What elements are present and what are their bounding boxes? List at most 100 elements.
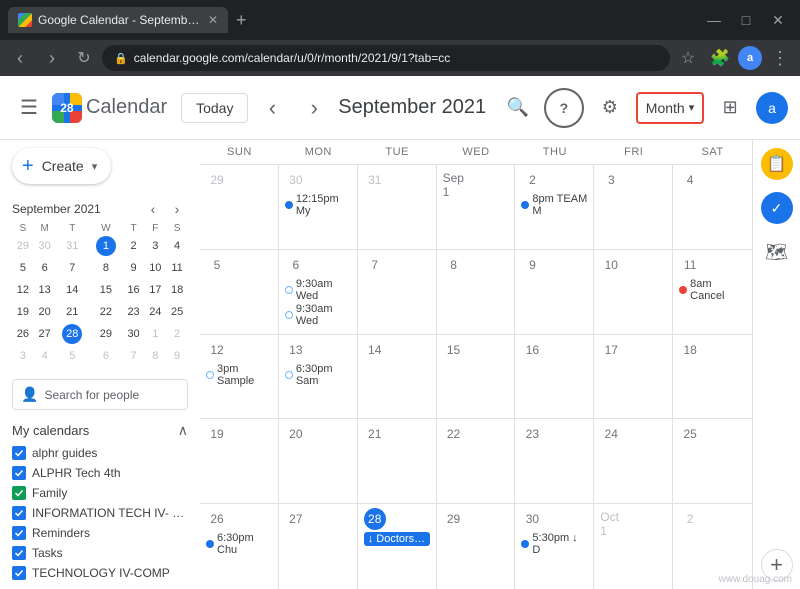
- cal-cell[interactable]: 19: [200, 419, 279, 503]
- cal-cell[interactable]: 17: [594, 335, 673, 419]
- calendar-item[interactable]: Tasks: [12, 543, 188, 563]
- cal-cell[interactable]: 2 8pm TEAM M: [515, 165, 594, 249]
- mini-cal-day[interactable]: 1: [144, 323, 166, 345]
- mini-cal-day[interactable]: 10: [144, 257, 166, 279]
- mini-cal-day[interactable]: 13: [34, 279, 56, 301]
- create-button[interactable]: + Create ▾: [12, 148, 111, 184]
- mini-cal-day[interactable]: 20: [34, 301, 56, 323]
- cal-cell[interactable]: 5: [200, 250, 279, 334]
- mini-cal-next[interactable]: ›: [166, 198, 188, 220]
- mini-cal-day[interactable]: 26: [12, 323, 34, 345]
- cal-cell[interactable]: 9: [515, 250, 594, 334]
- event-row[interactable]: 8am Cancel: [679, 278, 746, 302]
- cal-cell[interactable]: 22: [437, 419, 516, 503]
- cal-cell[interactable]: 12 3pm Sample: [200, 335, 279, 419]
- hamburger-menu-button[interactable]: ☰: [12, 87, 46, 128]
- mini-cal-day[interactable]: 9: [123, 257, 145, 279]
- mini-cal-day[interactable]: 16: [123, 279, 145, 301]
- menu-dots-icon[interactable]: ⋮: [766, 44, 794, 72]
- mini-cal-day[interactable]: 18: [166, 279, 188, 301]
- forward-button[interactable]: ›: [38, 44, 66, 72]
- back-button[interactable]: ‹: [6, 44, 34, 72]
- google-apps-button[interactable]: ⊞: [710, 88, 750, 128]
- mini-cal-day[interactable]: 21: [56, 301, 90, 323]
- next-month-button[interactable]: ›: [296, 90, 332, 126]
- event-row[interactable]: 12:15pm My: [285, 193, 351, 217]
- mini-cal-day[interactable]: 8: [144, 345, 166, 367]
- cal-cell[interactable]: 30 12:15pm My: [279, 165, 358, 249]
- mini-cal-day[interactable]: 31: [56, 235, 90, 257]
- search-people-input[interactable]: 👤 Search for people: [12, 379, 188, 410]
- calendar-item[interactable]: alphr guides: [12, 443, 188, 463]
- prev-month-button[interactable]: ‹: [254, 90, 290, 126]
- cal-cell[interactable]: 16: [515, 335, 594, 419]
- event-row[interactable]: 6:30pm Sam: [285, 363, 351, 387]
- browser-tab[interactable]: Google Calendar - September 20... ✕: [8, 7, 228, 33]
- cal-cell[interactable]: 29: [437, 504, 516, 589]
- calendar-item[interactable]: Reminders: [12, 523, 188, 543]
- window-minimize[interactable]: —: [700, 6, 728, 34]
- window-close[interactable]: ✕: [764, 6, 792, 34]
- cal-cell[interactable]: 4: [673, 165, 752, 249]
- bookmark-icon[interactable]: ☆: [674, 44, 702, 72]
- cal-cell[interactable]: 10: [594, 250, 673, 334]
- mini-cal-day[interactable]: 2: [123, 235, 145, 257]
- event-row[interactable]: 3pm Sample: [206, 363, 272, 387]
- mini-cal-day-selected[interactable]: 28: [56, 323, 90, 345]
- cal-cell[interactable]: 20: [279, 419, 358, 503]
- cal-cell[interactable]: 30 5:30pm ↓ D: [515, 504, 594, 589]
- extension-puzzle-icon[interactable]: 🧩: [706, 44, 734, 72]
- cal-cell[interactable]: 29: [200, 165, 279, 249]
- search-button[interactable]: 🔍: [498, 88, 538, 128]
- mini-cal-day[interactable]: 5: [56, 345, 90, 367]
- mini-cal-day-today[interactable]: 1: [89, 235, 123, 257]
- refresh-button[interactable]: ↻: [70, 44, 98, 72]
- event-chip[interactable]: ↓ Doctors App: [364, 532, 430, 546]
- mini-cal-day[interactable]: 15: [89, 279, 123, 301]
- mini-cal-day[interactable]: 12: [12, 279, 34, 301]
- cal-cell[interactable]: 25: [673, 419, 752, 503]
- event-row[interactable]: 9:30am Wed: [285, 278, 351, 302]
- cal-cell-today[interactable]: 28 ↓ Doctors App: [358, 504, 437, 589]
- cal-cell[interactable]: 27: [279, 504, 358, 589]
- cal-cell[interactable]: 14: [358, 335, 437, 419]
- mini-cal-day[interactable]: 7: [56, 257, 90, 279]
- calendar-item[interactable]: Family: [12, 483, 188, 503]
- right-sidebar-tasks-icon[interactable]: 📋: [761, 148, 793, 180]
- mini-cal-day[interactable]: 4: [166, 235, 188, 257]
- cal-cell[interactable]: 7: [358, 250, 437, 334]
- mini-cal-day[interactable]: 22: [89, 301, 123, 323]
- help-button[interactable]: ?: [544, 88, 584, 128]
- cal-cell[interactable]: 24: [594, 419, 673, 503]
- cal-cell[interactable]: 18: [673, 335, 752, 419]
- cal-cell[interactable]: 15: [437, 335, 516, 419]
- mini-cal-day[interactable]: 29: [12, 235, 34, 257]
- mini-cal-prev[interactable]: ‹: [142, 198, 164, 220]
- settings-button[interactable]: ⚙: [590, 88, 630, 128]
- cal-cell[interactable]: 11 8am Cancel: [673, 250, 752, 334]
- profile-avatar[interactable]: a: [756, 92, 788, 124]
- mini-cal-day[interactable]: 24: [144, 301, 166, 323]
- cal-cell[interactable]: 21: [358, 419, 437, 503]
- event-row[interactable]: 6:30pm Chu: [206, 532, 272, 556]
- cal-cell[interactable]: 8: [437, 250, 516, 334]
- mini-cal-day[interactable]: 9: [166, 345, 188, 367]
- cal-cell[interactable]: Sep 1: [437, 165, 516, 249]
- mini-cal-day[interactable]: 30: [123, 323, 145, 345]
- event-row[interactable]: 5:30pm ↓ D: [521, 532, 587, 556]
- mini-cal-day[interactable]: 29: [89, 323, 123, 345]
- mini-cal-day[interactable]: 19: [12, 301, 34, 323]
- mini-cal-day[interactable]: 2: [166, 323, 188, 345]
- mini-cal-day[interactable]: 23: [123, 301, 145, 323]
- calendar-item[interactable]: ALPHR Tech 4th: [12, 463, 188, 483]
- right-sidebar-maps-icon[interactable]: 🗺: [761, 236, 793, 268]
- new-tab-button[interactable]: +: [232, 6, 251, 35]
- cal-cell[interactable]: Oct 1: [594, 504, 673, 589]
- mini-cal-day[interactable]: 5: [12, 257, 34, 279]
- mini-cal-day[interactable]: 4: [34, 345, 56, 367]
- window-maximize[interactable]: □: [732, 6, 760, 34]
- cal-cell[interactable]: 26 6:30pm Chu: [200, 504, 279, 589]
- tab-close-icon[interactable]: ✕: [208, 13, 218, 27]
- logo-box[interactable]: 28 Calendar: [52, 93, 167, 123]
- profile-button[interactable]: a: [738, 46, 762, 70]
